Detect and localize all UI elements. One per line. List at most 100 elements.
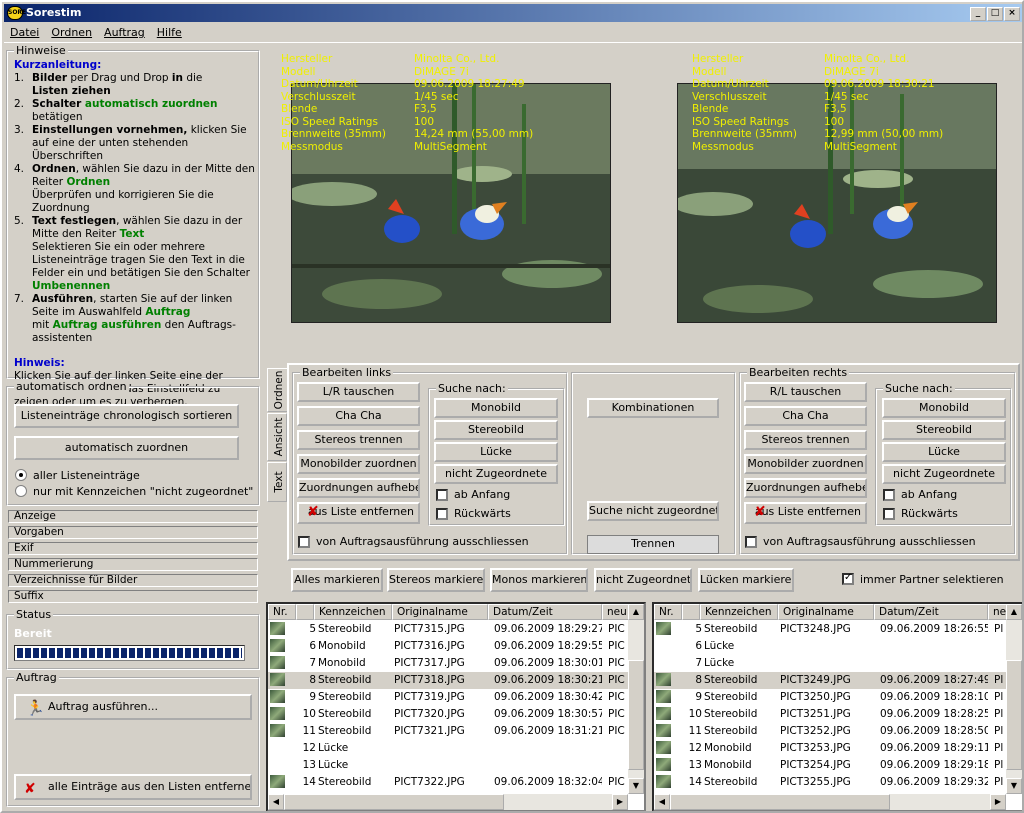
scroll-up-icon[interactable]: ▲ <box>1006 604 1022 620</box>
scroll-right-icon[interactable]: ▶ <box>612 794 628 810</box>
scroll-thumb[interactable] <box>670 794 890 810</box>
scroll-thumb[interactable] <box>1006 660 1022 770</box>
split-stereos-right-button[interactable]: Stereos trennen <box>744 430 867 450</box>
scroll-down-icon[interactable]: ▼ <box>1006 778 1022 794</box>
search-mono-right-button[interactable]: Monobild <box>882 398 1006 418</box>
maximize-button[interactable]: □ <box>987 7 1003 21</box>
tab-ordnen[interactable]: Ordnen <box>267 368 287 412</box>
exclude-left-checkbox[interactable] <box>298 536 310 548</box>
vertical-scrollbar[interactable]: ▲ ▼ <box>628 604 644 794</box>
column-header[interactable]: Nr. <box>654 604 682 620</box>
search-stereo-left-button[interactable]: Stereobild <box>434 420 558 440</box>
chacha-right-button[interactable]: Cha Cha <box>744 406 867 426</box>
assign-mono-right-button[interactable]: Monobilder zuordnen <box>744 454 867 474</box>
search-stereo-right-button[interactable]: Stereobild <box>882 420 1006 440</box>
find-unassigned-button[interactable]: Suche nicht zugeordnete <box>587 501 719 521</box>
split-stereos-left-button[interactable]: Stereos trennen <box>297 430 420 450</box>
backwards-left-checkbox[interactable] <box>436 508 448 520</box>
list-row[interactable]: 10 Stereobild PICT3251.JPG 09.06.2009 18:28… <box>654 706 1022 723</box>
mark-unassigned-button[interactable]: nicht Zugeordnete <box>594 568 692 592</box>
clear-lists-button[interactable]: ✘ alle Einträge aus den Listen entfernen <box>14 774 252 800</box>
scroll-left-icon[interactable]: ◀ <box>268 794 284 810</box>
section-verzeichnisse[interactable]: Verzeichnisse für Bilder <box>8 574 258 587</box>
separate-button[interactable]: Trennen <box>587 535 719 554</box>
horizontal-scrollbar[interactable]: ◀ ▶ <box>268 794 628 810</box>
scroll-thumb[interactable] <box>628 660 644 770</box>
horizontal-scrollbar[interactable]: ◀ ▶ <box>654 794 1006 810</box>
vertical-scrollbar[interactable]: ▲ ▼ <box>1006 604 1022 794</box>
mark-gaps-button[interactable]: Lücken markieren <box>698 568 794 592</box>
backwards-right-checkbox[interactable] <box>883 508 895 520</box>
partner-select-checkbox[interactable] <box>842 572 854 585</box>
right-image-list[interactable]: Nr. Kennzeichen Originalname Datum/Zeit neu 5… <box>652 602 1022 811</box>
combinations-button[interactable]: Kombinationen <box>587 398 719 418</box>
column-header[interactable]: Datum/Zeit <box>874 604 988 620</box>
search-unassigned-right-button[interactable]: nicht Zugeordnete <box>882 464 1006 484</box>
list-row[interactable]: 7 Monobild PICT7317.JPG 09.06.2009 18:30:01… <box>268 655 644 672</box>
tab-text[interactable]: Text <box>267 462 287 502</box>
scroll-left-icon[interactable]: ◀ <box>654 794 670 810</box>
list-row[interactable]: 12 Lücke <box>268 740 644 757</box>
remove-right-button[interactable]: ✘ aus Liste entfernen <box>744 502 867 524</box>
list-row[interactable]: 13 Lücke <box>268 757 644 774</box>
list-row[interactable]: 14 Stereobild PICT3255.JPG 09.06.2009 18:29… <box>654 774 1022 791</box>
section-exif[interactable]: Exif <box>8 542 258 555</box>
remove-left-button[interactable]: ✘ aus Liste entfernen <box>297 502 420 524</box>
minimize-button[interactable]: _ <box>970 7 986 21</box>
menu-auftrag[interactable]: Auftrag <box>98 24 151 39</box>
radio-all-entries[interactable] <box>15 469 27 481</box>
scroll-thumb[interactable] <box>284 794 504 810</box>
chacha-left-button[interactable]: Cha Cha <box>297 406 420 426</box>
list-row[interactable]: 11 Stereobild PICT7321.JPG 09.06.2009 18:31… <box>268 723 644 740</box>
radio-unassigned-only[interactable] <box>15 485 27 497</box>
column-header[interactable]: Kennzeichen <box>700 604 778 620</box>
list-row[interactable]: 7 Lücke <box>654 655 1022 672</box>
list-row[interactable]: 9 Stereobild PICT7319.JPG 09.06.2009 18:30:… <box>268 689 644 706</box>
search-gap-right-button[interactable]: Lücke <box>882 442 1006 462</box>
list-row[interactable]: 13 Monobild PICT3254.JPG 09.06.2009 18:29:1… <box>654 757 1022 774</box>
section-vorgaben[interactable]: Vorgaben <box>8 526 258 539</box>
from-start-left-checkbox[interactable] <box>436 489 448 501</box>
undo-assign-left-button[interactable]: Zuordnungen aufheben <box>297 478 420 498</box>
section-anzeige[interactable]: Anzeige <box>8 510 258 523</box>
list-row[interactable]: 5 Stereobild PICT7315.JPG 09.06.2009 18:29:… <box>268 621 644 638</box>
search-unassigned-left-button[interactable]: nicht Zugeordnete <box>434 464 558 484</box>
column-header[interactable]: Originalname <box>392 604 488 620</box>
scroll-right-icon[interactable]: ▶ <box>990 794 1006 810</box>
run-job-button[interactable]: 🏃 Auftrag ausführen... <box>14 694 252 720</box>
column-header[interactable]: Datum/Zeit <box>488 604 602 620</box>
column-header[interactable]: Nr. <box>268 604 296 620</box>
list-row[interactable]: 6 Lücke <box>654 638 1022 655</box>
mark-monos-button[interactable]: Monos markieren <box>490 568 588 592</box>
list-row[interactable]: 8 Stereobild PICT7318.JPG 09.06.2009 18:30:… <box>268 672 644 689</box>
swap-rl-button[interactable]: R/L tauschen <box>744 382 867 402</box>
list-row[interactable]: 11 Stereobild PICT3252.JPG 09.06.2009 18:28… <box>654 723 1022 740</box>
section-suffix[interactable]: Suffix <box>8 590 258 603</box>
assign-mono-left-button[interactable]: Monobilder zuordnen <box>297 454 420 474</box>
sort-chronological-button[interactable]: Listeneinträge chronologisch sortieren <box>14 404 239 428</box>
list-row[interactable]: 8 Stereobild PICT3249.JPG 09.06.2009 18:27:… <box>654 672 1022 689</box>
search-gap-left-button[interactable]: Lücke <box>434 442 558 462</box>
mark-stereos-button[interactable]: Stereos markieren <box>387 568 485 592</box>
list-row[interactable]: 6 Monobild PICT7316.JPG 09.06.2009 18:29:55… <box>268 638 644 655</box>
section-nummerierung[interactable]: Nummerierung <box>8 558 258 571</box>
column-header[interactable]: Kennzeichen <box>314 604 392 620</box>
close-button[interactable]: × <box>1004 7 1020 21</box>
column-header[interactable]: Originalname <box>778 604 874 620</box>
auto-assign-button[interactable]: automatisch zuordnen <box>14 436 239 460</box>
list-row[interactable]: 10 Stereobild PICT7320.JPG 09.06.2009 18:30… <box>268 706 644 723</box>
list-row[interactable]: 9 Stereobild PICT3250.JPG 09.06.2009 18:28:… <box>654 689 1022 706</box>
list-row[interactable]: 12 Monobild PICT3253.JPG 09.06.2009 18:29:1… <box>654 740 1022 757</box>
mark-all-button[interactable]: Alles markieren <box>291 568 383 592</box>
list-row[interactable]: 14 Stereobild PICT7322.JPG 09.06.2009 18:32… <box>268 774 644 791</box>
swap-lr-button[interactable]: L/R tauschen <box>297 382 420 402</box>
left-image-list[interactable]: Nr. Kennzeichen Originalname Datum/Zeit neu 5… <box>266 602 646 811</box>
menu-ordnen[interactable]: Ordnen <box>45 24 98 39</box>
scroll-up-icon[interactable]: ▲ <box>628 604 644 620</box>
exclude-right-checkbox[interactable] <box>745 536 757 548</box>
search-mono-left-button[interactable]: Monobild <box>434 398 558 418</box>
from-start-right-checkbox[interactable] <box>883 489 895 501</box>
menu-hilfe[interactable]: Hilfe <box>151 24 188 39</box>
undo-assign-right-button[interactable]: Zuordnungen aufheben <box>744 478 867 498</box>
menu-datei[interactable]: Datei <box>4 24 45 39</box>
